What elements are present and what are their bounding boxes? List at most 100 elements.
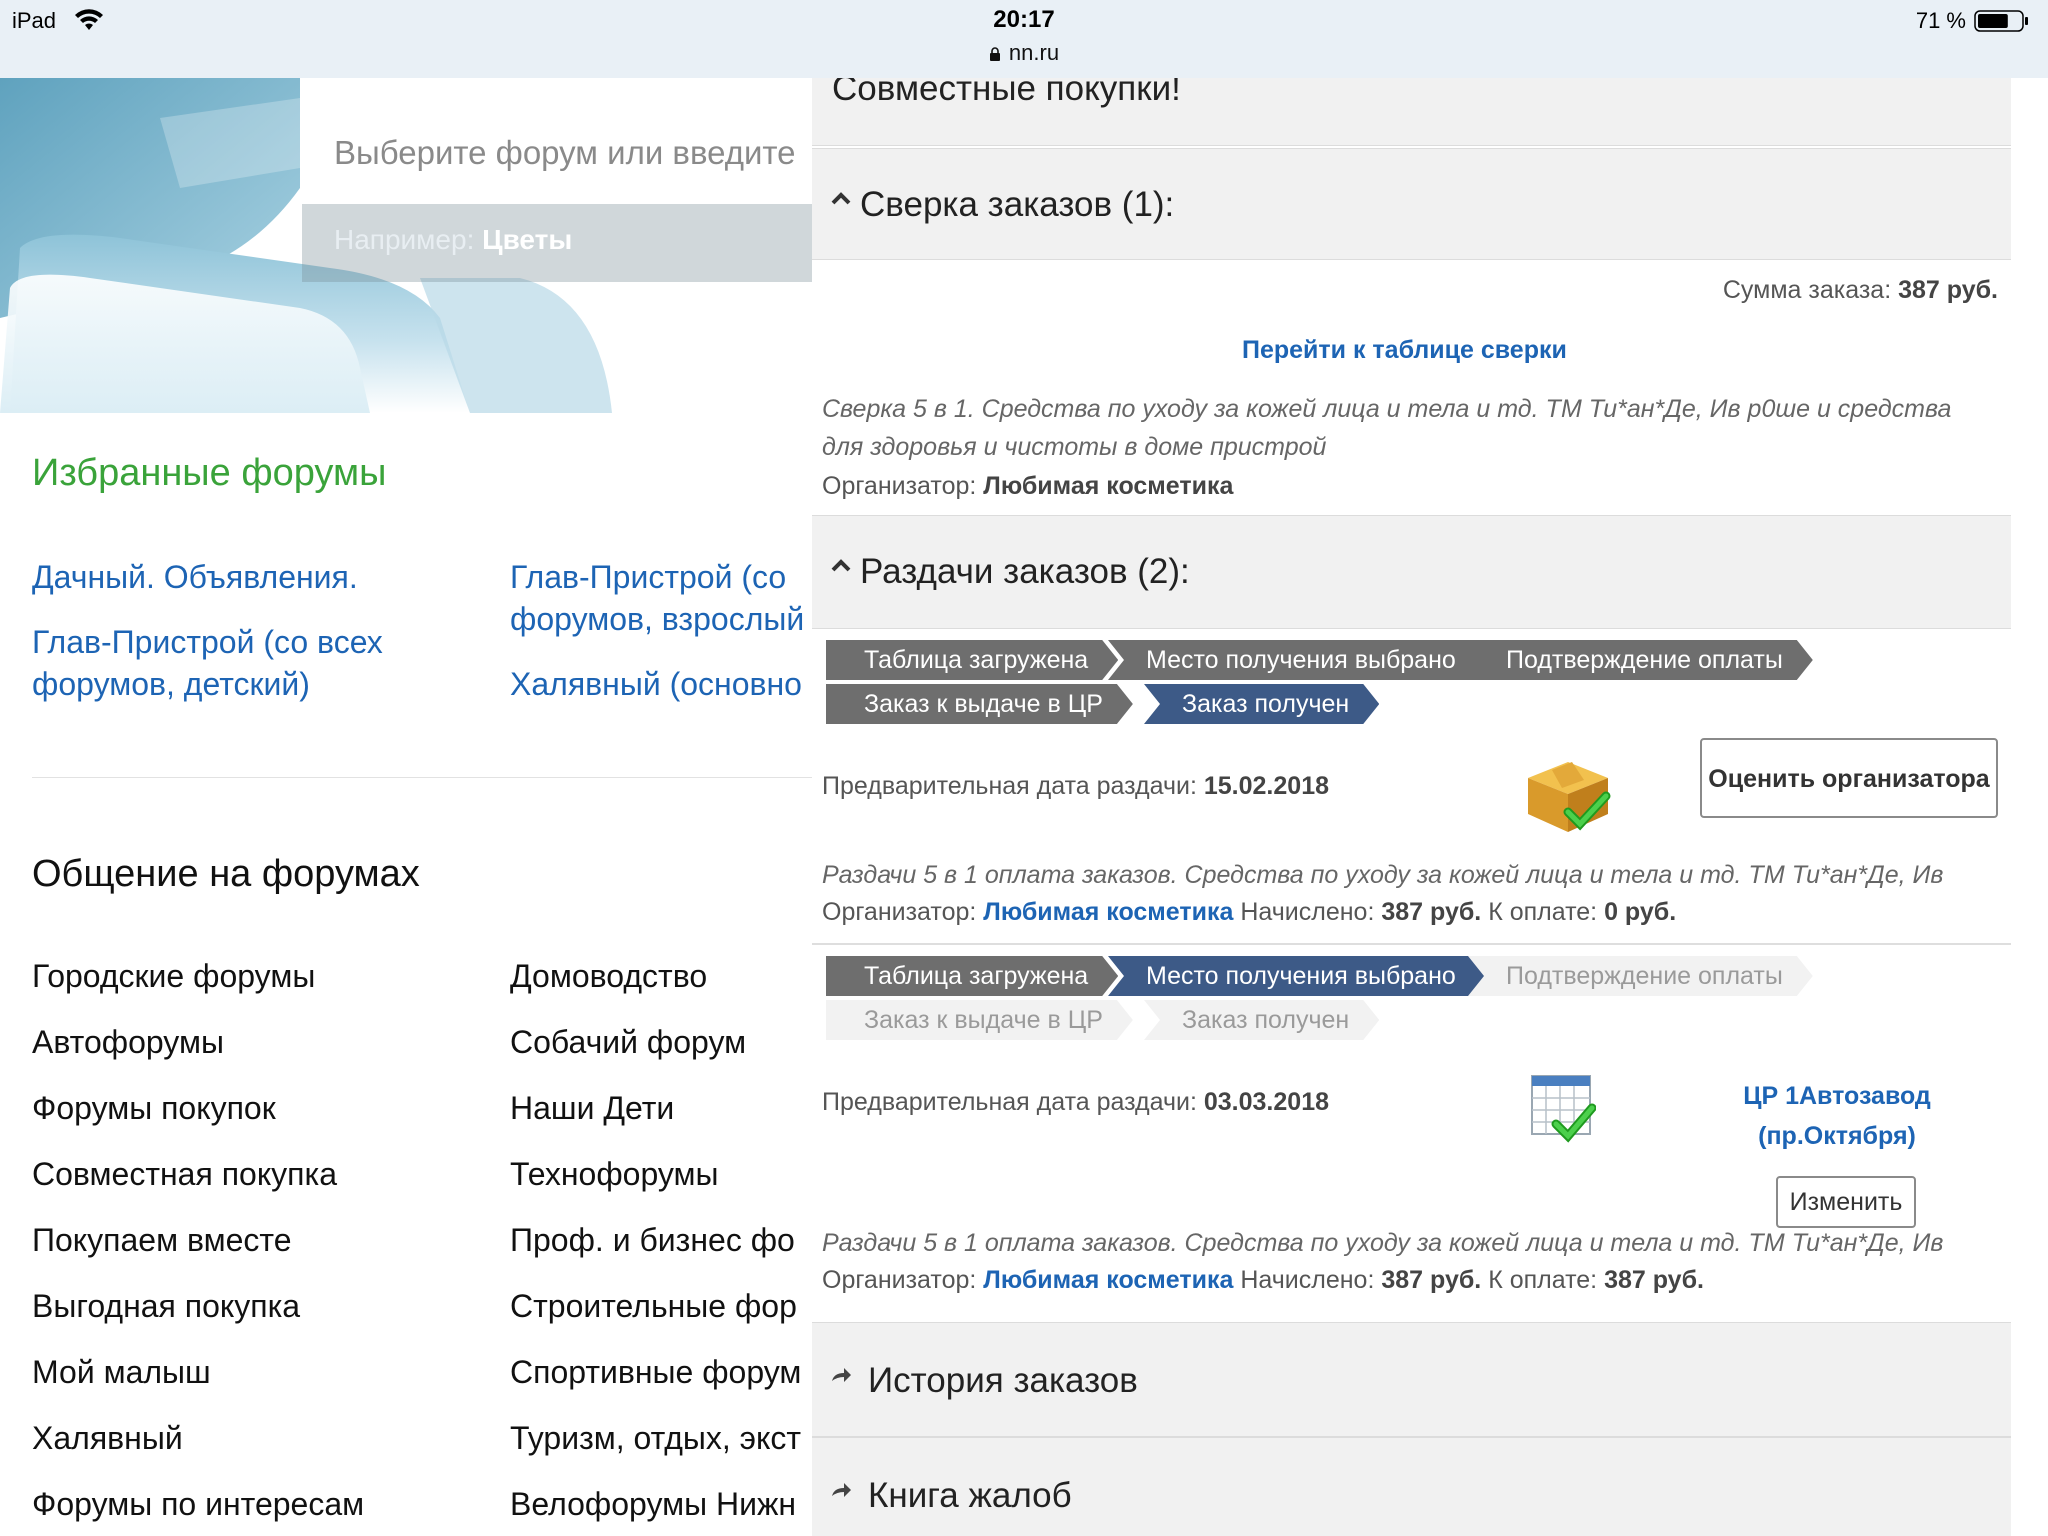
accrued-value: 387 руб. <box>1381 898 1482 926</box>
category-link[interactable]: Проф. и бизнес фо <box>510 1222 795 1259</box>
to-pay-value: 0 руб. <box>1604 898 1677 926</box>
forum-search-input[interactable] <box>302 102 822 204</box>
category-link[interactable]: Собачий форум <box>510 1024 746 1061</box>
category-link[interactable]: Выгодная покупка <box>32 1288 300 1325</box>
reconciliation-title: Сверка заказов (1): <box>860 185 1175 224</box>
panel-scroll-track[interactable] <box>2010 78 2048 1536</box>
favorite-link-glav-pristroy-kids[interactable]: Глав-Пристрой (со всех <box>32 621 383 663</box>
category-link[interactable]: Велофорумы Нижн <box>510 1486 796 1523</box>
category-link[interactable]: Совместная покупка <box>32 1156 337 1193</box>
category-link[interactable]: Туризм, отдых, экст <box>510 1420 801 1457</box>
collapse-caret-icon <box>831 559 851 572</box>
goto-reconciliation-table-link[interactable]: Перейти к таблице сверки <box>1242 336 1567 365</box>
reconciliation-description-line1: Сверка 5 в 1. Средства по уходу за кожей… <box>822 395 1952 423</box>
category-link[interactable]: Технофорумы <box>510 1156 719 1193</box>
distribution-2-description: Раздачи 5 в 1 оплата заказов. Средства п… <box>822 1229 1944 1257</box>
reconciliation-organizer: Организатор: Любимая косметика <box>822 472 1233 501</box>
category-link[interactable]: Автофорумы <box>32 1024 224 1061</box>
category-link[interactable]: Домоводство <box>510 958 707 995</box>
accrued-label: Начислено: <box>1240 1266 1375 1294</box>
favorite-link-glav-pristroy-kids-line2[interactable]: форумов, детский) <box>32 663 310 705</box>
date-label: Предварительная дата раздачи: <box>822 1088 1197 1116</box>
calendar-check-icon <box>1531 1075 1596 1143</box>
rate-organizer-button[interactable]: Оценить организатора <box>1700 738 1998 818</box>
step-pickup-selected: Место получения выбрано <box>1108 640 1486 680</box>
organizer-link[interactable]: Любимая косметика <box>983 1266 1233 1294</box>
search-hint: Например: Цветы <box>334 224 572 256</box>
to-pay-label: К оплате: <box>1488 898 1598 926</box>
complaints-book-title: Книга жалоб <box>868 1476 1072 1515</box>
category-link[interactable]: Наши Дети <box>510 1090 674 1127</box>
category-link[interactable]: Спортивные форум <box>510 1354 801 1391</box>
to-pay-value: 387 руб. <box>1604 1266 1704 1294</box>
step-payment-confirmed: Подтверждение оплаты <box>1468 640 1813 680</box>
order-history-header[interactable]: История заказов <box>812 1322 2011 1437</box>
reconciliation-header[interactable]: Сверка заказов (1): <box>812 148 2011 260</box>
battery-percent: 71 % <box>1915 8 1966 33</box>
box-check-icon <box>1528 762 1611 832</box>
distribution-1-organizer-line: Организатор: Любимая косметика Начислено… <box>822 898 1676 927</box>
step-order-received: Заказ получен <box>1144 684 1379 724</box>
address-bar[interactable]: nn.ru <box>0 40 2048 66</box>
distributions-title: Раздачи заказов (2): <box>860 552 1190 591</box>
status-bar: iPad 20:17 nn.ru 71 % <box>0 0 2048 78</box>
joint-purchases-panel: Совместные покупки! Сверка заказов (1): … <box>812 78 2048 1536</box>
address-url: nn.ru <box>1008 40 1060 65</box>
change-pickup-button[interactable]: Изменить <box>1776 1176 1916 1228</box>
organizer-label: Организатор: <box>822 1266 977 1294</box>
category-link[interactable]: Форумы покупок <box>32 1090 276 1127</box>
order-sum: Сумма заказа: 387 руб. <box>1723 276 1998 305</box>
complaints-book-header[interactable]: Книга жалоб <box>812 1437 2011 1536</box>
category-link[interactable]: Покупаем вместе <box>32 1222 292 1259</box>
organizer-label: Организатор: <box>822 472 977 500</box>
favorite-link-glav-pristroy-adult-line2[interactable]: форумов, взрослый <box>510 598 804 640</box>
favorite-link-halyavny[interactable]: Халявный (основно <box>510 663 802 705</box>
distribution-1-date: Предварительная дата раздачи: 15.02.2018 <box>822 772 1329 801</box>
date-value: 15.02.2018 <box>1203 772 1329 800</box>
step-ready-for-pickup: Заказ к выдаче в ЦР <box>826 1000 1133 1040</box>
date-label: Предварительная дата раздачи: <box>822 772 1197 800</box>
to-pay-label: К оплате: <box>1488 1266 1598 1294</box>
lock-icon <box>989 47 1000 61</box>
step-ready-for-pickup: Заказ к выдаче в ЦР <box>826 684 1133 724</box>
favorite-link-glav-pristroy-adult[interactable]: Глав-Пристрой (со <box>510 556 786 598</box>
pickup-point-address[interactable]: (пр.Октября) <box>1672 1116 2002 1156</box>
battery-icon <box>1974 10 2028 32</box>
clock: 20:17 <box>993 6 1055 33</box>
distribution-2-organizer-line: Организатор: Любимая косметика Начислено… <box>822 1266 1704 1295</box>
expand-arrow-icon <box>832 1483 851 1497</box>
category-link[interactable]: Мой малыш <box>32 1354 211 1391</box>
accrued-label: Начислено: <box>1240 898 1375 926</box>
order-sum-value: 387 руб. <box>1898 276 1998 304</box>
favorites-title: Избранные форумы <box>32 452 387 494</box>
expand-arrow-icon <box>832 1368 851 1382</box>
favorite-link-dachny[interactable]: Дачный. Объявления. <box>32 556 358 598</box>
step-table-loaded: Таблица загружена <box>826 956 1118 996</box>
category-link[interactable]: Строительные фор <box>510 1288 797 1325</box>
organizer-label: Организатор: <box>822 898 977 926</box>
organizer-link[interactable]: Любимая косметика <box>983 898 1233 926</box>
category-link[interactable]: Городские форумы <box>32 958 315 995</box>
step-order-received: Заказ получен <box>1144 1000 1379 1040</box>
panel-title: Совместные покупки! <box>832 78 1181 108</box>
section-divider <box>32 777 822 778</box>
step-table-loaded: Таблица загружена <box>826 640 1118 680</box>
category-link[interactable]: Халявный <box>32 1420 183 1457</box>
distribution-1-description: Раздачи 5 в 1 оплата заказов. Средства п… <box>822 861 1944 889</box>
search-hint-prefix: Например: <box>334 224 475 255</box>
date-value: 03.03.2018 <box>1203 1088 1329 1116</box>
screen: iPad 20:17 nn.ru 71 % Выберите форум или… <box>0 0 2048 1536</box>
pickup-point-name[interactable]: ЦР 1Автозавод <box>1672 1076 2002 1116</box>
distribution-2-date: Предварительная дата раздачи: 03.03.2018 <box>822 1088 1329 1117</box>
accrued-value: 387 руб. <box>1381 1266 1482 1294</box>
step-payment-confirmed: Подтверждение оплаты <box>1468 956 1813 996</box>
search-hint-example-link[interactable]: Цветы <box>482 224 572 255</box>
reconciliation-description-line2: для здоровья и чистоты в доме пристрой <box>822 433 1327 461</box>
panel-top-header: Совместные покупки! <box>812 78 2011 146</box>
category-link[interactable]: Форумы по интересам <box>32 1486 364 1523</box>
organizer-name: Любимая косметика <box>983 472 1234 500</box>
order-sum-label: Сумма заказа: <box>1722 276 1892 304</box>
order-history-title: История заказов <box>868 1361 1138 1400</box>
distributions-header[interactable]: Раздачи заказов (2): <box>812 515 2011 629</box>
pickup-point-link[interactable]: ЦР 1Автозавод (пр.Октября) <box>1672 1076 2002 1156</box>
